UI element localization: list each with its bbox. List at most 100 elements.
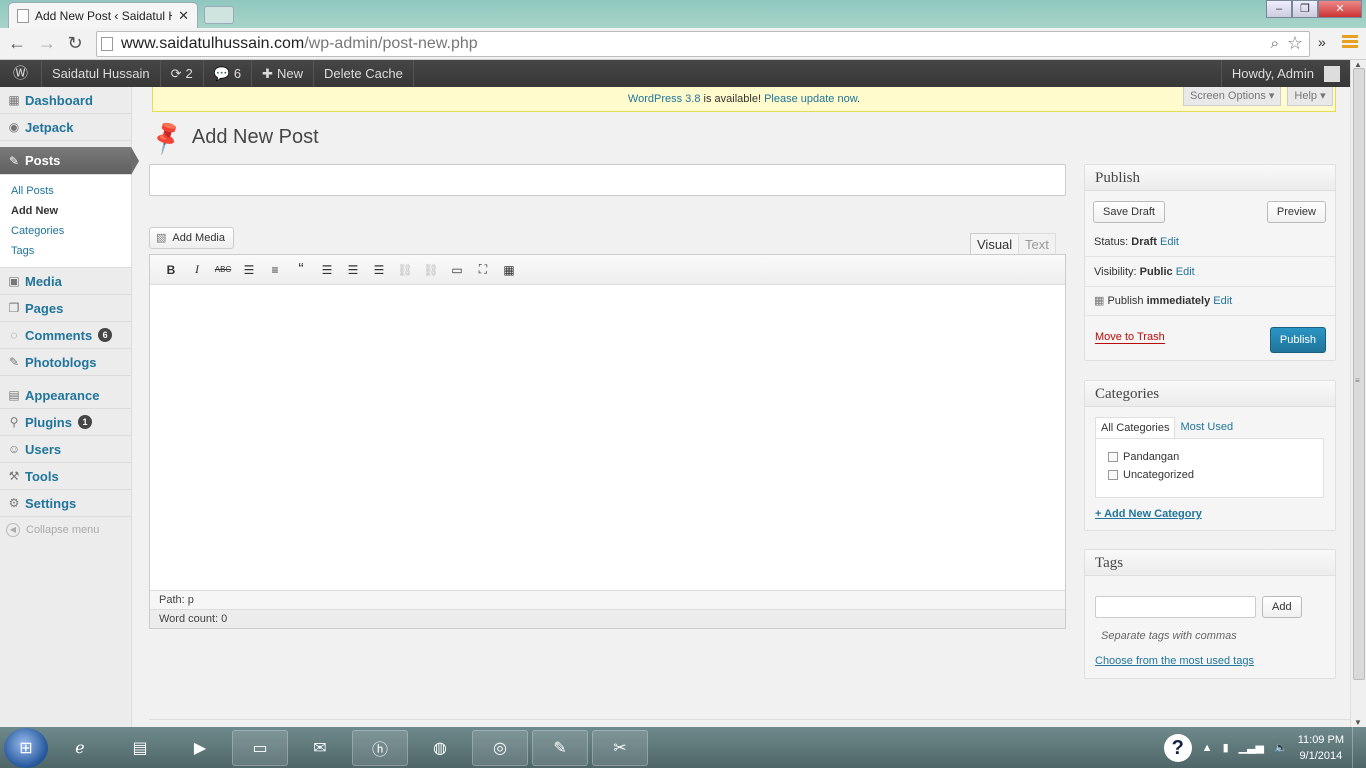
window-close-button[interactable]: ✕ bbox=[1318, 0, 1362, 18]
blockquote-icon[interactable]: “ bbox=[288, 261, 314, 279]
site-name-link[interactable]: Saidatul Hussain bbox=[42, 60, 161, 87]
bold-icon[interactable]: B bbox=[158, 263, 184, 277]
category-item[interactable]: Pandangan bbox=[1096, 448, 1323, 466]
editor-content-area[interactable] bbox=[150, 285, 1065, 590]
schedule-edit-link[interactable]: Edit bbox=[1213, 295, 1232, 307]
move-to-trash-link[interactable]: Move to Trash bbox=[1095, 331, 1165, 344]
account-menu[interactable]: Howdy, Admin bbox=[1220, 60, 1350, 87]
preview-button[interactable]: Preview bbox=[1266, 201, 1326, 223]
tab-visual[interactable]: Visual bbox=[970, 233, 1020, 255]
updates-link[interactable]: ⟳ 2 bbox=[161, 60, 204, 87]
zoom-icon[interactable]: ⌕ bbox=[1271, 35, 1279, 52]
post-title-input[interactable] bbox=[149, 164, 1066, 196]
reload-icon[interactable]: ↻ bbox=[64, 33, 86, 54]
snipping-tool-icon[interactable]: ✂ bbox=[592, 729, 648, 766]
presentation-app-icon[interactable]: ▭ bbox=[232, 729, 288, 766]
sidebar-item-media[interactable]: ▣ Media bbox=[0, 268, 131, 295]
delete-cache-link[interactable]: Delete Cache bbox=[314, 60, 414, 87]
wordpress-version-link[interactable]: WordPress 3.8 bbox=[628, 93, 701, 105]
insert-more-icon[interactable]: ▭ bbox=[444, 263, 470, 277]
file-explorer-icon[interactable]: ▤ bbox=[112, 730, 168, 766]
sidebar-item-plugins[interactable]: ⚲ Plugins 1 bbox=[0, 409, 131, 436]
sidebar-item-users[interactable]: ☺ Users bbox=[0, 436, 131, 463]
screen-options-button[interactable]: Screen Options ▾ bbox=[1183, 87, 1282, 106]
internet-explorer-icon[interactable]: ℯ bbox=[52, 730, 108, 766]
category-item[interactable]: Uncategorized bbox=[1096, 466, 1323, 484]
choose-most-used-tags-link[interactable]: Choose from the most used tags bbox=[1095, 655, 1254, 667]
submenu-categories[interactable]: Categories bbox=[11, 221, 131, 241]
chrome-icon[interactable]: ◎ bbox=[472, 729, 528, 766]
add-new-category-link[interactable]: + Add New Category bbox=[1095, 508, 1202, 520]
link-icon[interactable]: ⛓ bbox=[392, 263, 418, 277]
start-button[interactable]: ⊞ bbox=[4, 727, 48, 768]
help-button[interactable]: Help ▾ bbox=[1287, 87, 1333, 106]
network-signal-icon[interactable]: ▁▃▅ bbox=[1239, 741, 1264, 754]
browser-menu-icon[interactable] bbox=[1342, 35, 1358, 50]
bullet-list-icon[interactable]: ☰ bbox=[236, 263, 262, 277]
checkbox[interactable] bbox=[1108, 470, 1118, 480]
wordpress-logo-icon[interactable]: Ⓦ bbox=[0, 60, 42, 87]
sidebar-item-posts[interactable]: ✎ Posts bbox=[0, 147, 139, 175]
tab-text[interactable]: Text bbox=[1018, 233, 1056, 255]
add-media-button[interactable]: ▧ Add Media bbox=[149, 227, 234, 249]
new-tab-button[interactable] bbox=[204, 6, 234, 24]
tab-close-icon[interactable]: ✕ bbox=[178, 8, 189, 24]
submenu-all-posts[interactable]: All Posts bbox=[11, 181, 131, 201]
clock[interactable]: 11:09 PM 9/1/2014 bbox=[1298, 732, 1344, 764]
paint-icon[interactable]: ✎ bbox=[532, 729, 588, 766]
mail-app-icon[interactable]: ✉ bbox=[292, 730, 348, 766]
tab-all-categories[interactable]: All Categories bbox=[1095, 417, 1176, 438]
strikethrough-icon[interactable]: ABC bbox=[210, 265, 236, 274]
sidebar-item-photoblogs[interactable]: ✎ Photoblogs bbox=[0, 349, 131, 376]
help-icon[interactable]: ? bbox=[1163, 733, 1192, 762]
submenu-add-new[interactable]: Add New bbox=[11, 201, 131, 221]
show-hidden-icons-icon[interactable]: ▲ bbox=[1202, 742, 1213, 754]
volume-icon[interactable]: 🔈 bbox=[1274, 741, 1288, 754]
publish-button[interactable]: Publish bbox=[1269, 327, 1326, 353]
forward-arrow-icon[interactable]: → bbox=[36, 33, 58, 54]
tab-most-used[interactable]: Most Used bbox=[1175, 417, 1238, 438]
back-arrow-icon[interactable]: ← bbox=[6, 33, 28, 54]
kitchen-sink-icon[interactable]: ▦ bbox=[496, 263, 522, 277]
sidebar-item-comments[interactable]: ◌ Comments 6 bbox=[0, 322, 131, 349]
media-player-icon[interactable]: ▶ bbox=[172, 730, 228, 766]
show-desktop-button[interactable] bbox=[1352, 727, 1366, 768]
tags-input[interactable] bbox=[1095, 596, 1256, 618]
sidebar-item-pages[interactable]: ❐ Pages bbox=[0, 295, 131, 322]
fullscreen-icon[interactable]: ⛶ bbox=[470, 262, 496, 277]
new-content-link[interactable]: ✚ New bbox=[252, 60, 315, 87]
power-icon[interactable]: ▮ bbox=[1223, 741, 1229, 754]
scroll-down-icon[interactable]: ▼ bbox=[1354, 718, 1362, 727]
status-edit-link[interactable]: Edit bbox=[1160, 236, 1179, 248]
update-now-link[interactable]: Please update now bbox=[764, 93, 857, 105]
align-right-icon[interactable]: ☰ bbox=[366, 263, 392, 277]
minimize-button[interactable]: – bbox=[1266, 0, 1292, 18]
visibility-edit-link[interactable]: Edit bbox=[1176, 266, 1195, 278]
save-draft-button[interactable]: Save Draft bbox=[1093, 201, 1165, 223]
submenu-tags[interactable]: Tags bbox=[11, 241, 131, 261]
collapse-menu-button[interactable]: ◀ Collapse menu bbox=[0, 517, 131, 543]
align-left-icon[interactable]: ☰ bbox=[314, 263, 340, 277]
numbered-list-icon[interactable]: ≡ bbox=[262, 263, 288, 277]
firefox-icon[interactable]: ◍ bbox=[412, 730, 468, 766]
sidebar-item-settings[interactable]: ⚙ Settings bbox=[0, 490, 131, 517]
comments-link[interactable]: 💬 6 bbox=[204, 60, 253, 87]
checkbox[interactable] bbox=[1108, 452, 1118, 462]
sidebar-item-jetpack[interactable]: ◉ Jetpack bbox=[0, 114, 131, 141]
unlink-icon[interactable]: ⛓ bbox=[418, 263, 444, 277]
align-center-icon[interactable]: ☰ bbox=[340, 263, 366, 277]
extensions-chevron-icon[interactable]: » bbox=[1318, 34, 1326, 50]
hp-app-icon[interactable]: ⓗ bbox=[352, 729, 408, 766]
maximize-button[interactable]: ❐ bbox=[1292, 0, 1318, 18]
address-bar[interactable]: www.saidatulhussain.com/wp-admin/post-ne… bbox=[96, 31, 1310, 57]
bookmark-star-icon[interactable]: ☆ bbox=[1287, 33, 1303, 54]
italic-icon[interactable]: I bbox=[184, 262, 210, 277]
sidebar-item-tools[interactable]: ⚒ Tools bbox=[0, 463, 131, 490]
add-tag-button[interactable]: Add bbox=[1262, 596, 1302, 618]
sidebar-item-appearance[interactable]: ▤ Appearance bbox=[0, 382, 131, 409]
scrollbar-thumb[interactable] bbox=[1353, 68, 1365, 680]
comments-icon: ◌ bbox=[10, 328, 18, 342]
sidebar-item-dashboard[interactable]: ▦ Dashboard bbox=[0, 87, 131, 114]
browser-tab[interactable]: Add New Post ‹ Saidatul H ✕ bbox=[8, 2, 198, 28]
page-scrollbar[interactable]: ▲ ≡ ▼ bbox=[1350, 60, 1366, 727]
